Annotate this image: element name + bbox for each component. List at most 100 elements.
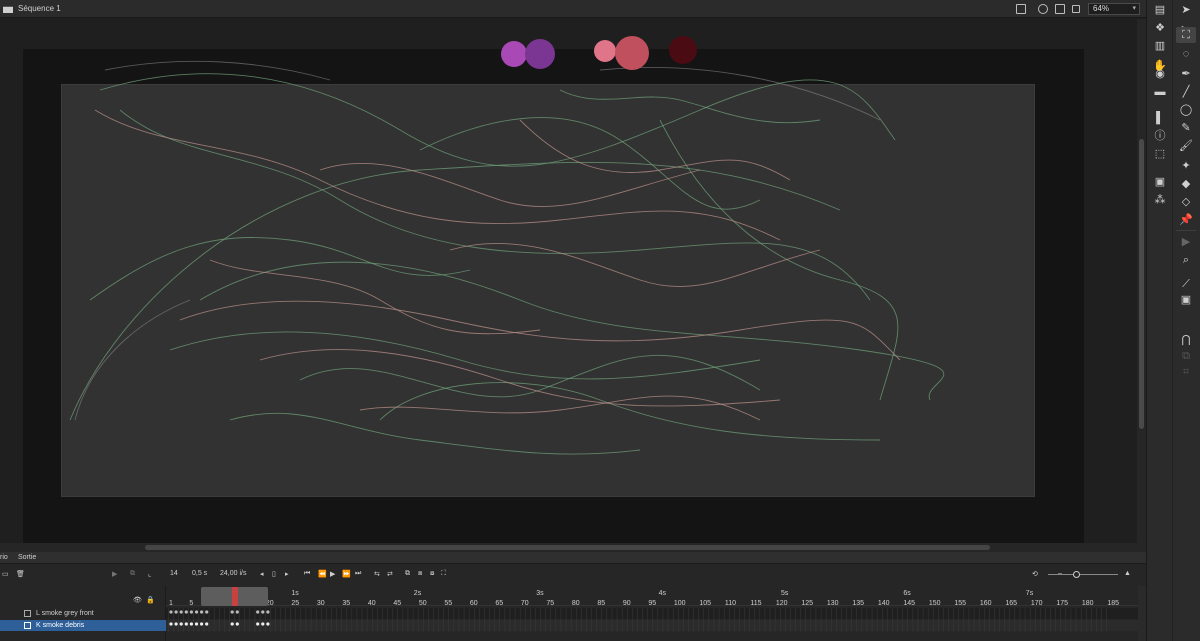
keyframe[interactable] <box>169 610 173 614</box>
paint-bucket-icon[interactable]: ◆ <box>1176 176 1196 192</box>
lock-layers-icon[interactable]: 🔒 <box>146 596 155 604</box>
stroke-icon[interactable]: ▬ <box>1150 84 1170 100</box>
current-frame[interactable]: 14 <box>170 570 178 577</box>
step-back-icon[interactable]: ◂ <box>260 570 264 578</box>
reset-zoom-icon[interactable]: ⟲ <box>1032 570 1038 578</box>
onion-markers-icon[interactable]: ⛶ <box>441 570 446 578</box>
loop-icon[interactable]: ⇆ <box>374 570 380 578</box>
keyframe[interactable] <box>230 622 234 626</box>
free-transform-icon[interactable]: ⛶ <box>1176 27 1196 43</box>
properties-icon[interactable]: ▤ <box>1150 2 1170 18</box>
camera-icon[interactable]: ▶ <box>1176 234 1196 250</box>
loop-range-icon[interactable]: ⇄ <box>387 570 393 578</box>
folder-icon[interactable]: ▭ <box>2 570 9 578</box>
frame-rate[interactable]: 24,00 i/s <box>220 570 246 577</box>
frame-cell <box>525 608 526 632</box>
smoke-drawing[interactable] <box>0 0 1137 543</box>
library-icon[interactable]: ▥ <box>1150 38 1170 54</box>
playhead[interactable] <box>232 587 238 606</box>
bone-icon[interactable]: ✦ <box>1176 158 1196 174</box>
scroll-thumb[interactable] <box>1139 139 1144 429</box>
pin-icon[interactable]: 📌 <box>1176 212 1196 228</box>
lasso-icon[interactable]: ◌ <box>1176 46 1196 62</box>
next-frame-icon[interactable]: ⏩ <box>342 570 351 578</box>
stage-vertical-scrollbar[interactable] <box>1137 19 1146 543</box>
keyframe[interactable] <box>169 622 173 626</box>
keyframe[interactable] <box>256 610 260 614</box>
keyframe[interactable] <box>184 610 188 614</box>
camera-layer-icon[interactable]: ▶ <box>112 570 117 578</box>
keyframe[interactable] <box>194 622 199 626</box>
parent-icon[interactable]: ⧉ <box>130 570 135 578</box>
timeline-zoom-handle[interactable] <box>1073 571 1080 578</box>
keyframe[interactable] <box>200 610 204 614</box>
timeline-scrollbar[interactable] <box>1138 586 1146 641</box>
swap-icon[interactable]: ▣ <box>1150 174 1170 190</box>
keyframe[interactable] <box>174 622 178 626</box>
oval-icon[interactable]: ◯ <box>1176 102 1196 118</box>
line-icon[interactable]: ╱ <box>1176 84 1196 100</box>
keyframe[interactable] <box>205 622 209 626</box>
zoom-in-icon[interactable]: ▲ <box>1124 570 1131 577</box>
keyframe[interactable] <box>235 610 239 614</box>
graph-icon[interactable]: ⌞ <box>148 570 151 578</box>
delete-layer-icon[interactable]: 🗑 <box>16 570 25 578</box>
onion-skin-icon[interactable]: ⧉ <box>405 570 410 578</box>
align-icon[interactable]: ▌ <box>1150 110 1170 126</box>
first-frame-icon[interactable]: ⏮ <box>304 570 310 578</box>
keyframe[interactable] <box>184 622 188 626</box>
last-frame-icon[interactable]: ⏭ <box>355 570 361 578</box>
step-forward-icon[interactable]: ▸ <box>285 570 289 578</box>
prev-frame-icon[interactable]: ⏪ <box>318 570 327 578</box>
pencil-icon[interactable]: ✎ <box>1176 120 1196 136</box>
3d-icon[interactable]: ◉ <box>1150 66 1170 82</box>
keyframe[interactable] <box>235 622 239 626</box>
swap-colors-icon[interactable]: ⧉ <box>1176 348 1196 364</box>
tab-output[interactable]: Sortie <box>18 554 36 561</box>
keyframe[interactable] <box>174 610 178 614</box>
keyframe[interactable] <box>189 610 193 614</box>
stage-horizontal-scrollbar[interactable] <box>0 543 1146 552</box>
frame-cell <box>871 608 873 632</box>
keyframe[interactable] <box>266 610 270 614</box>
assets-icon[interactable]: ❖ <box>1150 20 1170 36</box>
keyframe[interactable] <box>194 610 199 614</box>
keyframe[interactable] <box>179 610 183 614</box>
wrap-icon[interactable]: ⁂ <box>1150 192 1170 208</box>
keyframe[interactable] <box>230 610 234 614</box>
keyframe[interactable] <box>261 622 265 626</box>
current-time[interactable]: 0,5 s <box>192 570 207 577</box>
eyedropper-icon[interactable]: ⟋ <box>1176 276 1196 292</box>
keyframe[interactable] <box>200 622 204 626</box>
tab-timeline[interactable]: rio <box>0 554 8 561</box>
frame-label: 60 <box>470 600 478 607</box>
info-icon[interactable]: ⓘ <box>1150 128 1170 144</box>
frame-cell <box>514 608 516 632</box>
transform-panel-icon[interactable]: ⬚ <box>1150 146 1170 162</box>
frame-cell <box>402 608 404 632</box>
scroll-thumb[interactable] <box>145 545 990 550</box>
keyframe[interactable] <box>266 622 270 626</box>
snap-icon[interactable]: ⋂ <box>1176 332 1196 348</box>
edit-multiple-icon[interactable]: ⧇ <box>430 570 434 578</box>
keyframe[interactable] <box>205 610 209 614</box>
keyframe[interactable] <box>261 610 265 614</box>
marker-icon[interactable]: ▯ <box>272 570 276 578</box>
frame-cell <box>831 608 832 632</box>
keyframe[interactable] <box>179 622 183 626</box>
keyframe[interactable] <box>189 622 193 626</box>
pen-icon[interactable]: ✒ <box>1176 66 1196 82</box>
zoom-icon[interactable]: ⌕ <box>1176 252 1196 268</box>
brush-icon[interactable]: 🖌 <box>1176 138 1196 154</box>
eraser-icon[interactable]: ◇ <box>1176 194 1196 210</box>
frame-cell <box>917 608 919 632</box>
keyframe[interactable] <box>256 622 260 626</box>
show-layers-icon[interactable]: 👁 <box>133 596 142 604</box>
frame-cell <box>887 608 888 632</box>
stroke-fill-icon[interactable]: ▣ <box>1176 292 1196 308</box>
zoom-out-icon[interactable]: – <box>1058 570 1062 577</box>
play-icon[interactable]: ▶ <box>330 570 335 578</box>
selection-icon[interactable]: ➤ <box>1176 2 1196 18</box>
wrap-colors-icon[interactable]: ⌗ <box>1176 364 1196 380</box>
onion-outline-icon[interactable]: ⧈ <box>418 570 422 578</box>
